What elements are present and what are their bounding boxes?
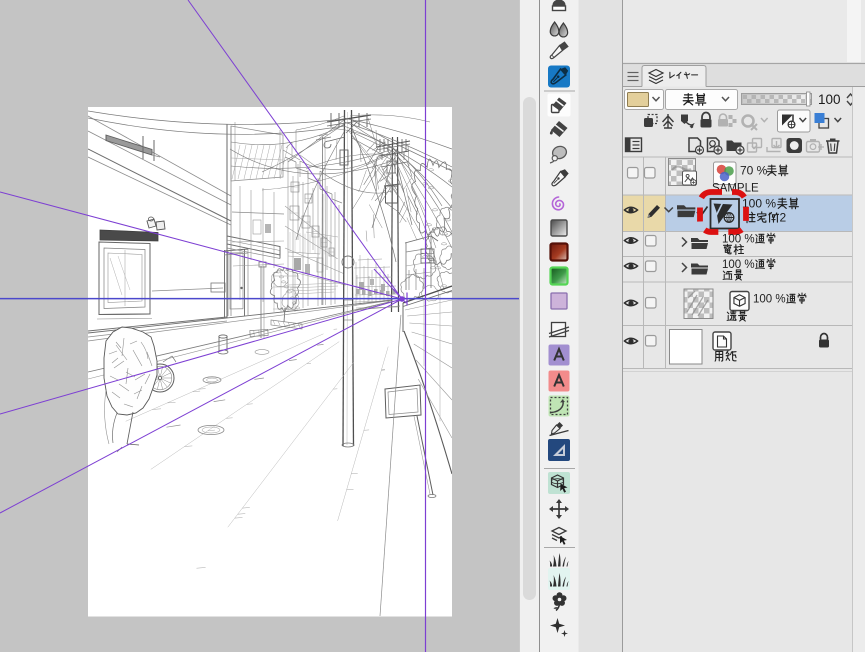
svg-text:100 %: 100 % bbox=[753, 294, 786, 306]
svg-text:100 %: 100 % bbox=[722, 259, 755, 271]
svg-text:70 %: 70 % bbox=[740, 164, 768, 178]
svg-text:2: 2 bbox=[780, 211, 787, 225]
svg-text:100 %: 100 % bbox=[722, 234, 755, 246]
svg-text:100: 100 bbox=[818, 92, 841, 107]
